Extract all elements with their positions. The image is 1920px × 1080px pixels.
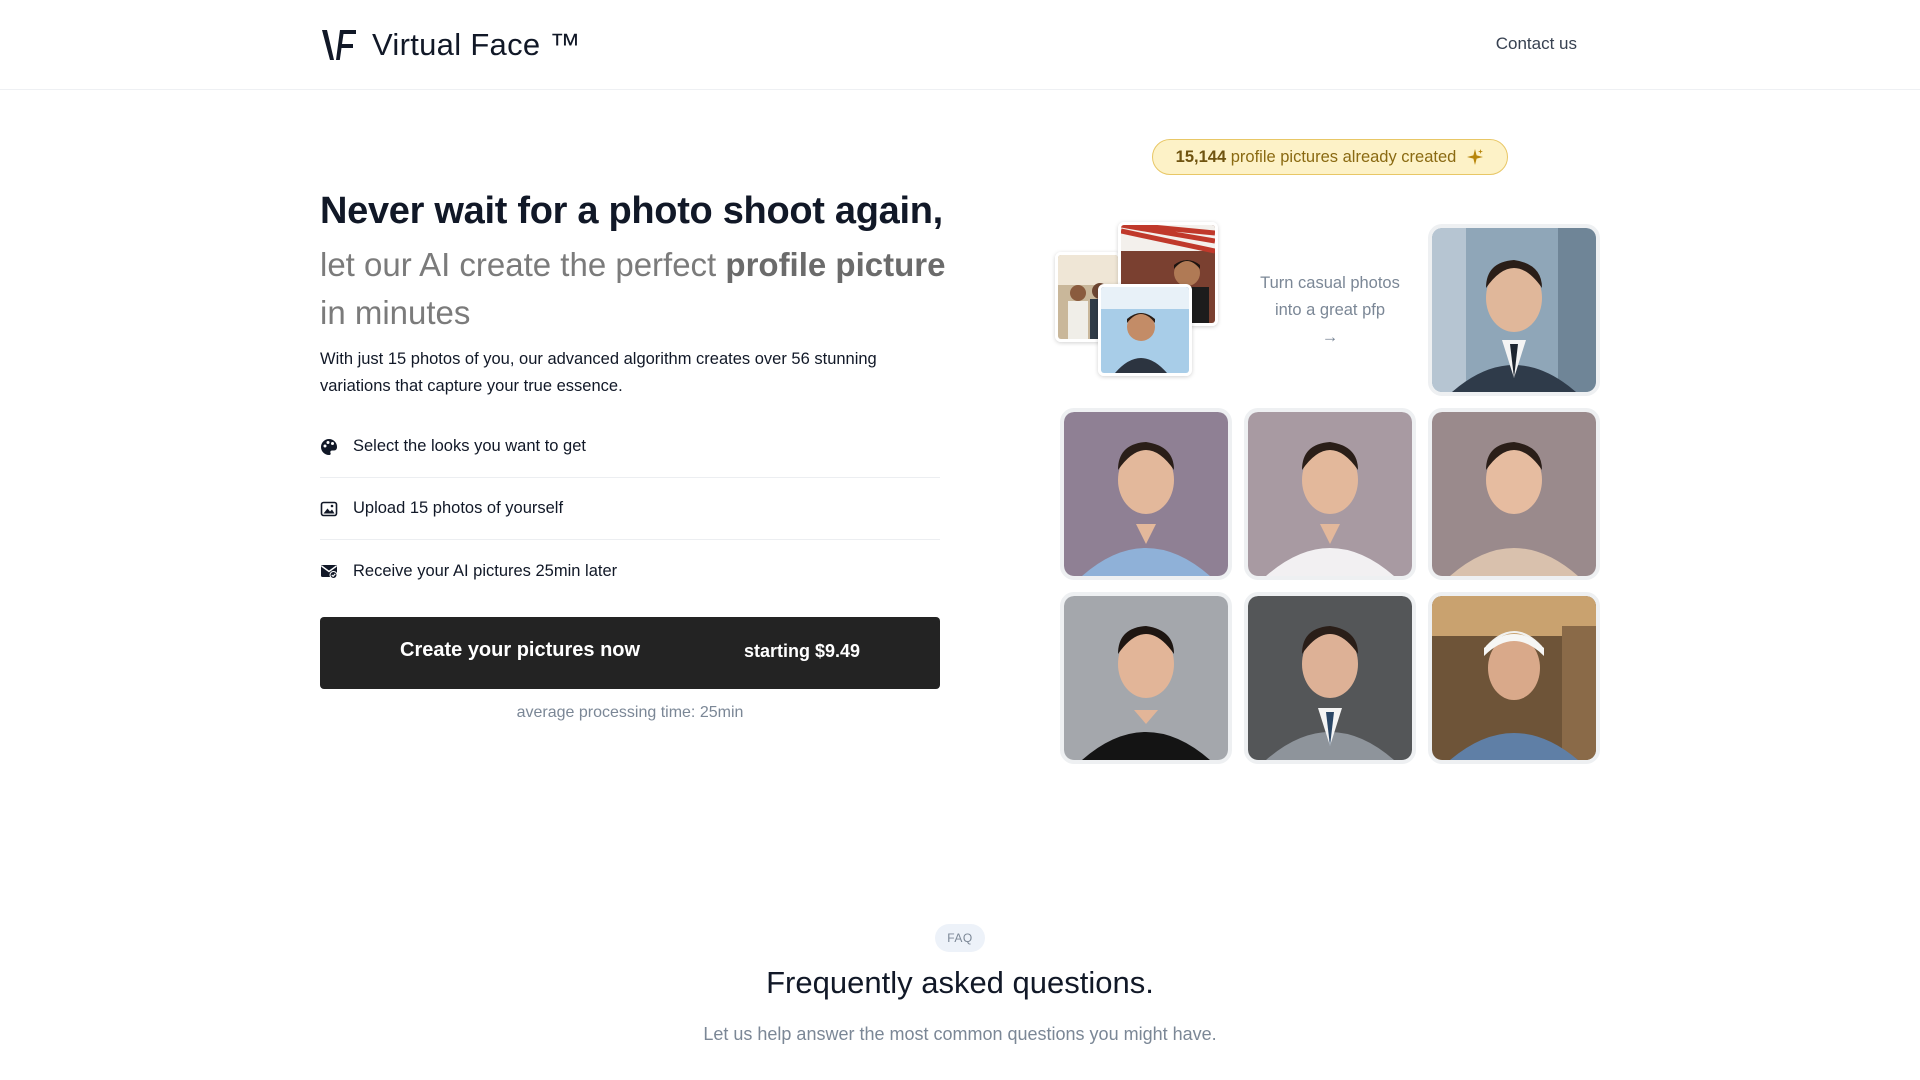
hero-subtitle-part2: in minutes: [320, 294, 471, 331]
hero-description: With just 15 photos of you, our advanced…: [320, 350, 877, 395]
hero-title: Never wait for a photo shoot again,: [320, 190, 943, 232]
vf-logo-icon: [322, 30, 356, 60]
processing-note: average processing time: 25min: [516, 704, 744, 721]
palette-icon: [320, 438, 338, 456]
create-pictures-button[interactable]: Create your pictures now starting $9.49: [320, 617, 940, 689]
contact-link[interactable]: Contact us: [1496, 34, 1577, 54]
faq-tag: FAQ: [935, 924, 985, 952]
image-icon: [320, 500, 338, 518]
step-item: Select the looks you want to get: [320, 416, 940, 478]
sparkle-icon: [1467, 149, 1484, 165]
brand-logo[interactable]: Virtual Face ™: [320, 26, 581, 64]
created-count-badge: 15,144 profile pictures already created: [1152, 139, 1508, 175]
caption-line-1: Turn casual photos: [1260, 274, 1400, 292]
badge-label: profile pictures already created: [1230, 147, 1457, 166]
portrait-surgeon: [1428, 592, 1600, 764]
faq-title: Frequently asked questions.: [766, 965, 1154, 1000]
step-label: Receive your AI pictures 25min later: [353, 561, 618, 580]
site-header: Virtual Face ™ Contact us: [0, 0, 1920, 90]
mail-check-icon: [320, 562, 338, 580]
step-label: Upload 15 photos of yourself: [353, 499, 564, 517]
faq-subtitle: Let us help answer the most common quest…: [703, 1024, 1217, 1044]
portrait-white-shirt: [1244, 408, 1416, 580]
casual-photos-collage: [1050, 222, 1230, 382]
portrait-suit-city: [1428, 224, 1600, 396]
portrait-blue-shirt: [1060, 408, 1232, 580]
casual-photo: [1098, 284, 1192, 376]
turn-casual-caption: Turn casual photos into a great pfp →: [1240, 270, 1420, 351]
hero-subtitle-bold: profile picture: [725, 246, 946, 283]
brand-name: Virtual Face ™: [372, 27, 581, 62]
badge-text: 15,144 profile pictures already created: [1176, 148, 1457, 167]
portrait-grey-suit: [1244, 592, 1416, 764]
cta-label: Create your pictures now: [400, 639, 641, 661]
badge-count: 15,144: [1175, 147, 1227, 166]
cta-price: starting $9.49: [744, 641, 861, 661]
portrait-sweater: [1428, 408, 1600, 580]
hero-subtitle: let our AI create the perfect profile pi…: [320, 241, 960, 337]
portrait-black-tee: [1060, 592, 1232, 764]
hero-subtitle-part1: let our AI create the perfect: [320, 246, 726, 283]
step-item: Receive your AI pictures 25min later: [320, 540, 940, 602]
steps-list: Select the looks you want to get Upload …: [320, 416, 940, 602]
caption-line-2: into a great pfp: [1274, 301, 1386, 319]
step-item: Upload 15 photos of yourself: [320, 478, 940, 540]
step-label: Select the looks you want to get: [353, 437, 586, 455]
arrow-right-icon: →: [1321, 328, 1339, 346]
